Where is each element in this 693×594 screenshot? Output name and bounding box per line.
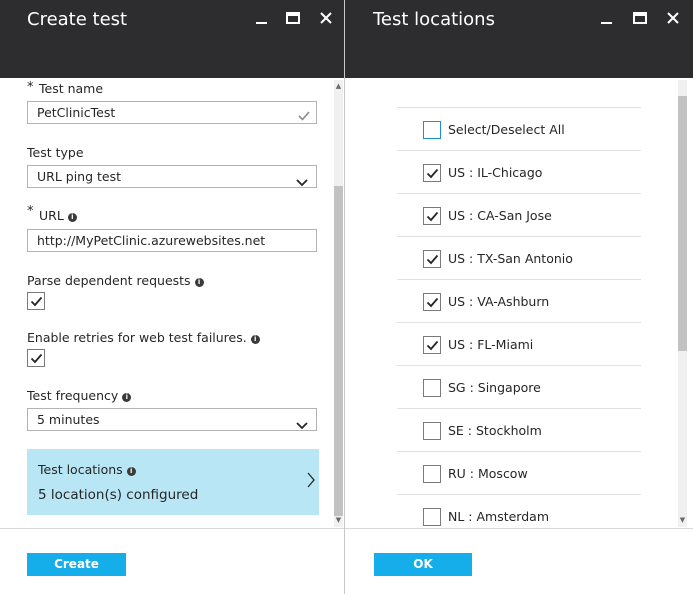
parse-dependent-label: Parse dependent requests i [27,273,204,288]
create-button[interactable]: Create [27,553,126,576]
location-label: US : FL-Miami [448,337,534,352]
footer-divider [345,528,693,529]
url-input[interactable]: http://MyPetClinic.azurewebsites.net [27,229,317,252]
test-type-label: Test type [27,145,84,160]
test-name-value: PetClinicTest [37,105,116,120]
url-label: URL i [39,208,77,223]
location-checkbox[interactable] [423,207,441,225]
info-icon[interactable]: i [126,467,136,476]
location-checkbox[interactable] [423,508,441,526]
location-row[interactable]: SG : Singapore [397,365,641,409]
close-icon[interactable] [318,10,334,26]
location-checkbox[interactable] [423,465,441,483]
scroll-down-icon[interactable]: ▼ [334,516,343,524]
test-type-select[interactable]: URL ping test [27,165,317,188]
location-row[interactable]: US : VA-Ashburn [397,279,641,323]
location-row[interactable]: US : TX-San Antonio [397,236,641,280]
location-row[interactable]: US : IL-Chicago [397,150,641,194]
test-frequency-value: 5 minutes [37,412,100,427]
test-type-value: URL ping test [37,169,122,184]
blade-title: Create test [27,9,128,30]
chevron-down-icon [296,415,308,430]
test-frequency-label: Test frequency i [27,388,132,403]
test-name-input[interactable]: PetClinicTest [27,101,317,124]
location-checkbox[interactable] [423,164,441,182]
valid-check-icon [298,107,310,128]
location-label: SG : Singapore [448,380,541,395]
location-row[interactable]: RU : Moscow [397,451,641,495]
scroll-thumb[interactable] [334,186,343,516]
location-row[interactable]: SE : Stockholm [397,408,641,452]
test-locations-blade: Test locations Select/Deselect All US : … [345,0,693,594]
location-label: NL : Amsterdam [448,509,549,524]
select-all-checkbox[interactable] [423,121,441,139]
info-icon[interactable]: i [250,335,260,344]
info-icon[interactable]: i [122,393,132,402]
location-checkbox[interactable] [423,379,441,397]
location-label: US : VA-Ashburn [448,294,550,309]
left-scrollbar[interactable]: ▲ ▼ [334,80,343,527]
test-frequency-select[interactable]: 5 minutes [27,408,317,431]
blade-header: Create test [0,0,344,78]
footer-divider [0,528,344,529]
scroll-thumb[interactable] [678,96,687,351]
blade-title: Test locations [373,9,495,30]
blade-header: Test locations [345,0,693,78]
location-checkbox[interactable] [423,422,441,440]
chevron-right-icon [306,472,316,492]
location-label: SE : Stockholm [448,423,542,438]
close-icon[interactable] [665,10,681,26]
test-locations-tile[interactable]: Test locations i 5 location(s) configured [27,449,319,515]
location-row[interactable]: US : FL-Miami [397,322,641,366]
maximize-icon[interactable] [285,10,301,26]
location-checkbox[interactable] [423,336,441,354]
minimize-icon[interactable] [254,10,270,26]
location-label: US : CA-San Jose [448,208,552,223]
select-all-label: Select/Deselect All [448,122,565,137]
chevron-down-icon [296,172,308,187]
test-name-label: Test name [39,81,104,96]
info-icon[interactable]: i [67,213,77,222]
required-marker: * [27,204,34,219]
location-label: US : TX-San Antonio [448,251,573,266]
scroll-down-icon[interactable]: ▼ [678,516,687,524]
create-test-blade: Create test * Test name PetClinicTest Te… [0,0,345,594]
scroll-up-icon[interactable]: ▲ [334,82,343,90]
location-label: US : IL-Chicago [448,165,543,180]
select-all-row[interactable]: Select/Deselect All [397,107,641,151]
required-marker: * [27,80,34,95]
enable-retries-checkbox[interactable] [27,349,45,367]
maximize-icon[interactable] [632,10,648,26]
right-scrollbar[interactable]: ▼ [678,80,687,527]
location-checkbox[interactable] [423,250,441,268]
test-locations-value: 5 location(s) configured [38,487,199,503]
info-icon[interactable]: i [194,278,204,287]
location-row[interactable]: US : CA-San Jose [397,193,641,237]
enable-retries-label: Enable retries for web test failures. i [27,330,260,345]
test-locations-title: Test locations i [38,462,136,477]
ok-button[interactable]: OK [374,553,472,576]
url-value: http://MyPetClinic.azurewebsites.net [37,233,266,248]
location-label: RU : Moscow [448,466,528,481]
location-checkbox[interactable] [423,293,441,311]
location-row[interactable]: NL : Amsterdam [397,494,641,538]
minimize-icon[interactable] [599,10,615,26]
parse-dependent-checkbox[interactable] [27,292,45,310]
